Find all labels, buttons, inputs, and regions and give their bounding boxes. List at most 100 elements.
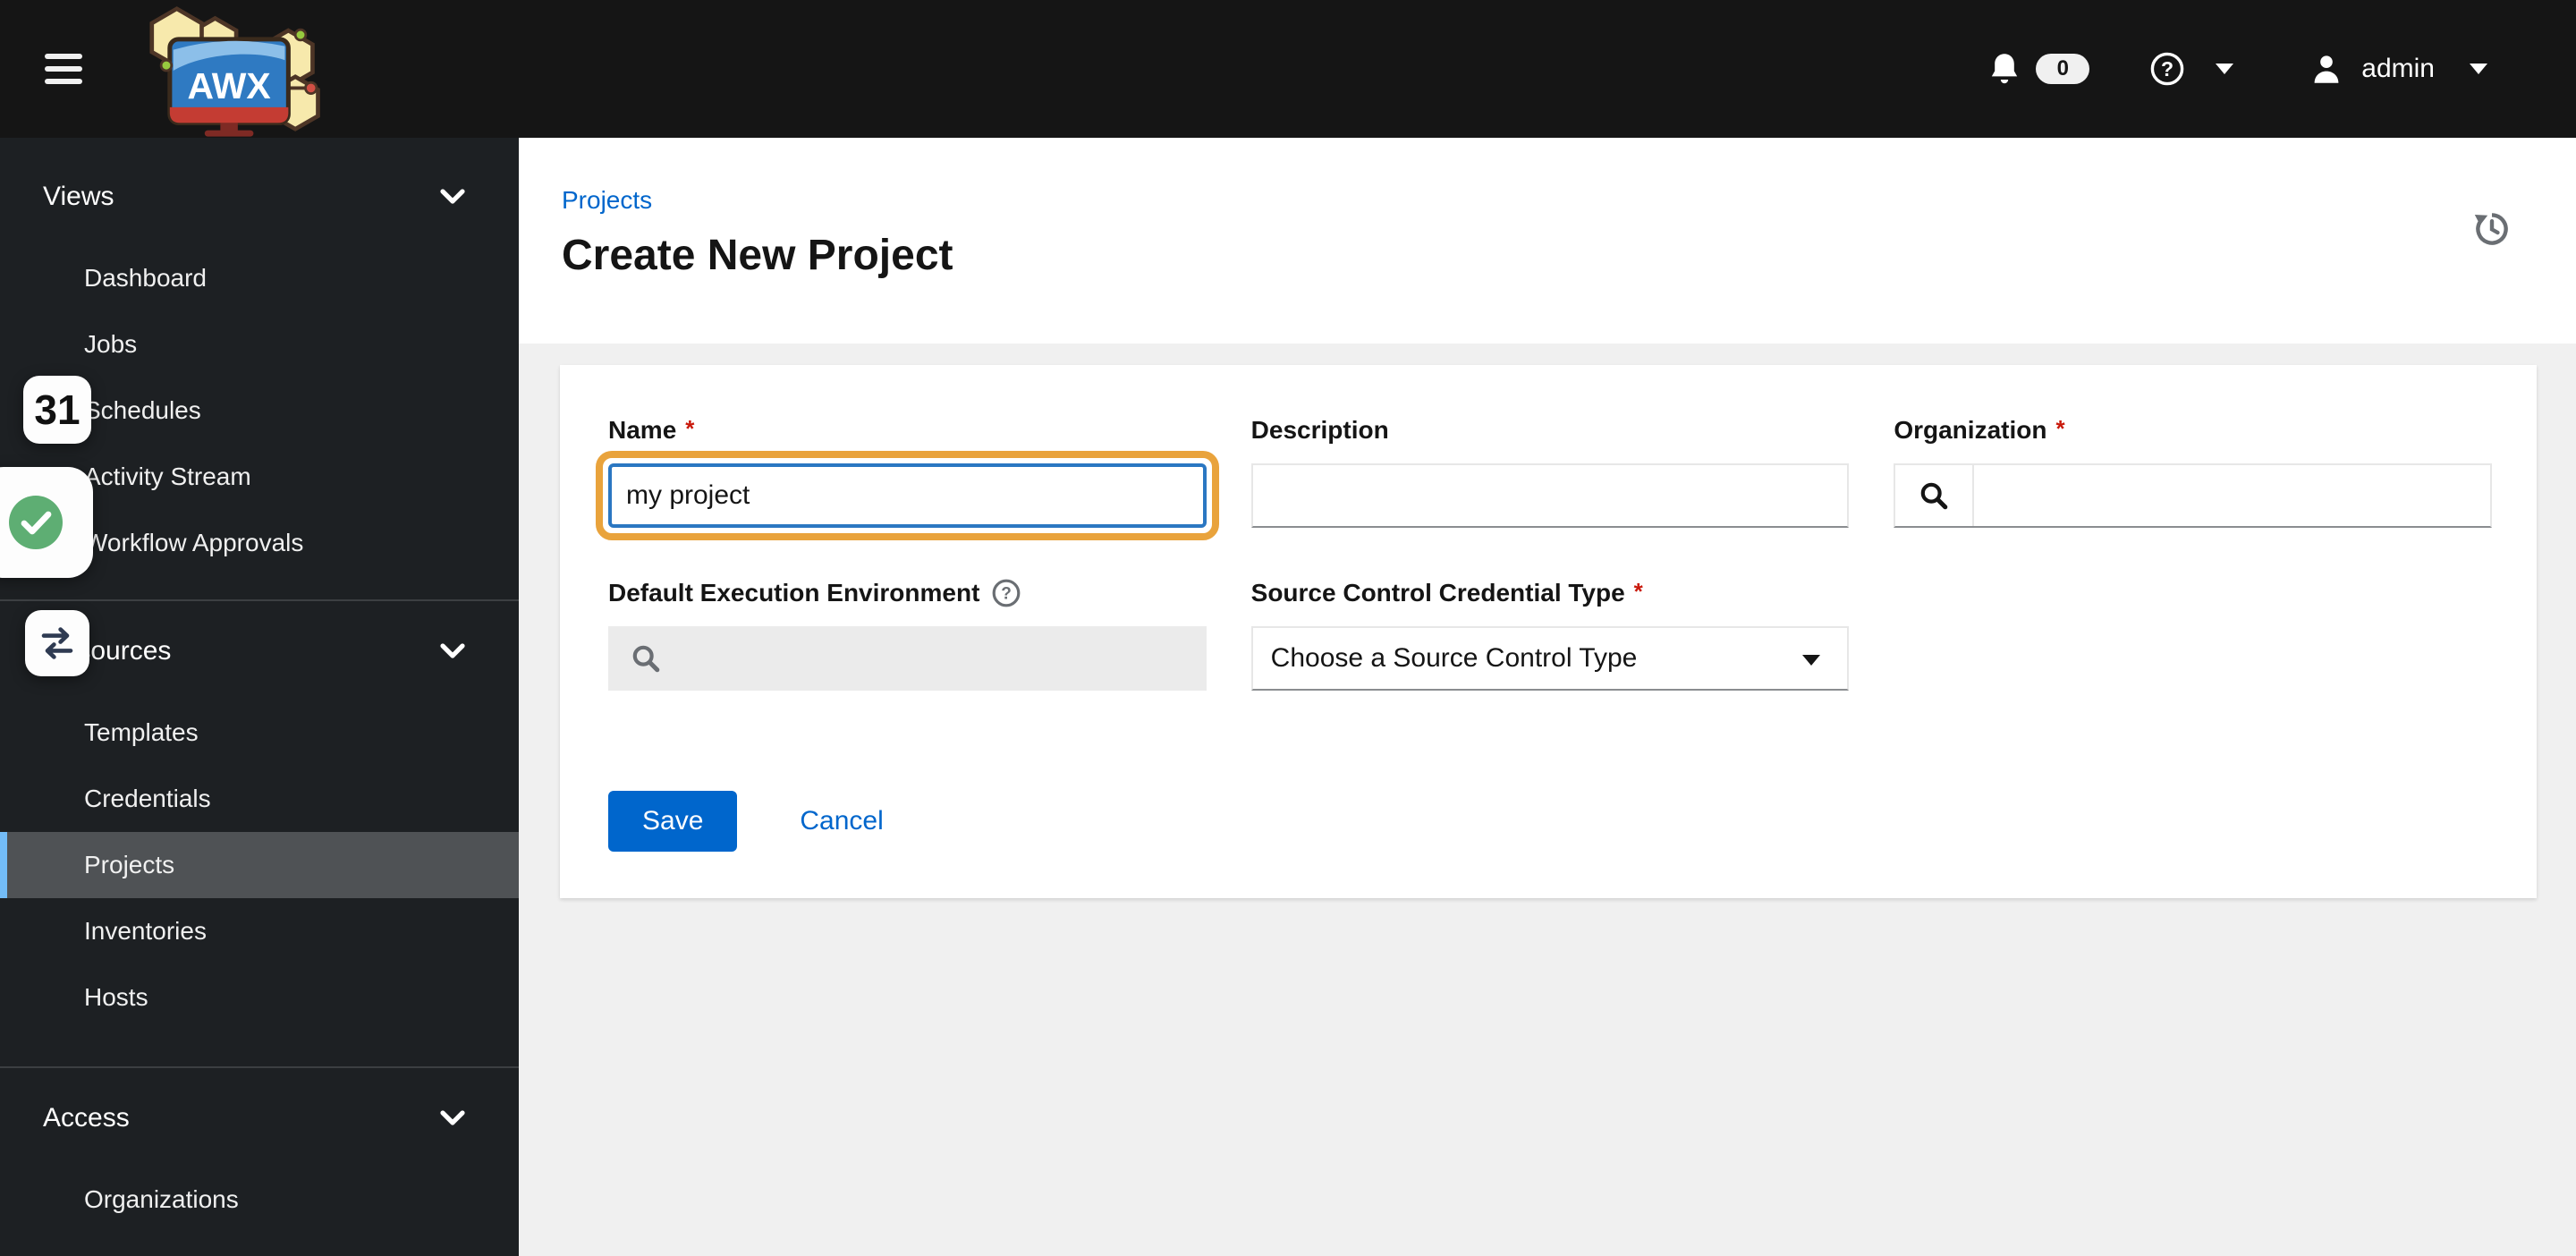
awx-logo-text: AWX [188, 65, 271, 106]
search-icon [1921, 482, 1948, 510]
field-execution-environment: Default Execution Environment ? [608, 578, 1207, 691]
nav-group-access[interactable]: Access [0, 1084, 519, 1152]
notification-count-badge[interactable]: 0 [2036, 54, 2090, 84]
field-label-execution-environment: Default Execution Environment ? [608, 578, 1207, 608]
field-label-organization: Organization * [1894, 415, 2492, 446]
form-actions: Save Cancel [608, 791, 2492, 852]
project-form-card: Name * Description [560, 365, 2537, 898]
hamburger-menu-icon [45, 54, 82, 59]
awx-logo[interactable]: AWX [140, 0, 326, 138]
sidebar-item-label: Activity Stream [84, 463, 251, 490]
sidebar-item-jobs[interactable]: Jobs [0, 311, 519, 378]
sidebar-item-label: Workflow Approvals [84, 529, 304, 556]
required-asterisk: * [1633, 578, 1643, 605]
sidebar-item-label: Credentials [84, 785, 211, 812]
field-organization: Organization * [1894, 415, 2492, 528]
user-dropdown-toggle[interactable] [2469, 63, 2488, 75]
organization-input[interactable] [1974, 465, 2490, 526]
user-icon [2314, 55, 2339, 83]
label-text: Source Control Credential Type [1250, 579, 1625, 607]
main-content: Projects Create New Project Name * my pr… [519, 138, 2576, 1256]
field-label-description: Description [1251, 415, 1850, 446]
field-scm-credential-type: Source Control Credential Type * Choose … [1250, 578, 1850, 691]
breadcrumb: Projects [562, 186, 2512, 215]
bell-icon [1992, 54, 2018, 84]
nav-section-access: Access Organizations [0, 1068, 519, 1233]
sidebar-item-label: Schedules [84, 396, 201, 424]
breadcrumb-link-projects[interactable]: Projects [562, 186, 652, 214]
question-circle-icon: ? [993, 579, 1021, 607]
sidebar-item-label: Templates [84, 718, 199, 746]
sidebar-item-templates[interactable]: Templates [0, 700, 519, 766]
select-value: Choose a Source Control Type [1270, 643, 1638, 673]
svg-text:?: ? [2161, 57, 2174, 81]
sidebar-item-credentials[interactable]: Credentials [0, 766, 519, 832]
page-title: Create New Project [562, 232, 953, 279]
chevron-down-icon [440, 189, 465, 204]
search-icon [632, 645, 660, 673]
content-body: Name * Description [519, 344, 2576, 1256]
masthead-toolbar: 0 ? admin [1989, 51, 2488, 87]
content-header: Projects Create New Project [519, 138, 2576, 344]
field-name: Name * [596, 415, 1219, 540]
execution-environment-input [678, 641, 1183, 675]
execution-environment-help[interactable]: ? [992, 579, 1021, 607]
sidebar-item-organizations[interactable]: Organizations [0, 1167, 519, 1233]
awx-logo-graphic: AWX [149, 6, 320, 137]
description-input[interactable] [1250, 463, 1850, 528]
username-label[interactable]: admin [2361, 54, 2435, 84]
hamburger-menu-icon [45, 66, 82, 72]
overlay-success-badge [0, 467, 93, 578]
nav-group-label: Views [43, 182, 114, 211]
caret-down-icon [2216, 64, 2234, 74]
name-input[interactable] [608, 463, 1207, 528]
cancel-button[interactable]: Cancel [800, 806, 883, 836]
sidebar-item-inventories[interactable]: Inventories [0, 898, 519, 964]
masthead: AWX 0 ? admin [0, 0, 2576, 138]
label-text: Organization [1894, 416, 2047, 444]
swap-arrows-icon [41, 627, 73, 659]
label-text: Name [608, 416, 677, 444]
label-text: Default Execution Environment [608, 579, 980, 607]
chevron-down-icon [440, 643, 465, 658]
help-button[interactable]: ? [2150, 52, 2184, 86]
user-menu-button[interactable] [2313, 54, 2340, 84]
nav-group-views[interactable]: Views [0, 163, 519, 231]
awx-app-window: AWX 0 ? admin Views Dashboard Jobs Sched… [0, 0, 2576, 1256]
check-circle-icon [9, 496, 63, 549]
caret-down-icon [1802, 655, 1821, 666]
label-text: Description [1250, 416, 1389, 444]
caret-down-icon [2470, 64, 2487, 74]
required-asterisk: * [2055, 415, 2065, 442]
sidebar-item-projects[interactable]: Projects [0, 832, 519, 898]
overlay-switch-badge [25, 610, 89, 676]
history-button[interactable] [2472, 209, 2512, 255]
field-description: Description [1250, 415, 1850, 528]
required-asterisk: * [685, 415, 695, 442]
svg-text:?: ? [1002, 585, 1013, 604]
sidebar-item-label: Jobs [84, 330, 138, 358]
history-icon [2474, 213, 2508, 245]
sidebar-item-label: Hosts [84, 983, 148, 1011]
save-button[interactable]: Save [608, 791, 738, 852]
question-circle-icon: ? [2150, 52, 2184, 86]
sidebar-item-label: Projects [84, 851, 175, 878]
sidebar-item-label: Dashboard [84, 264, 207, 292]
chevron-down-icon [440, 1110, 465, 1125]
sidebar-item-label: Organizations [84, 1185, 239, 1213]
organization-search-button[interactable] [1895, 465, 1975, 526]
overlay-counter-badge: 31 [23, 376, 91, 444]
sidebar-item-dashboard[interactable]: Dashboard [0, 245, 519, 311]
execution-environment-lookup [608, 626, 1207, 691]
field-label-name: Name * [608, 415, 1207, 446]
scm-credential-type-select[interactable]: Choose a Source Control Type [1250, 626, 1850, 691]
sidebar-nav: Views Dashboard Jobs Schedules Activity … [0, 138, 519, 1256]
nav-group-label: Access [43, 1103, 130, 1133]
notifications-button[interactable] [1989, 51, 2020, 87]
nav-toggle-button[interactable] [45, 54, 82, 84]
sidebar-item-label: Inventories [84, 917, 207, 945]
field-label-scm-credential-type: Source Control Credential Type * [1251, 578, 1850, 608]
sidebar-item-hosts[interactable]: Hosts [0, 964, 519, 1031]
help-dropdown-toggle[interactable] [2215, 63, 2234, 75]
grid-spacer [1894, 578, 2492, 691]
